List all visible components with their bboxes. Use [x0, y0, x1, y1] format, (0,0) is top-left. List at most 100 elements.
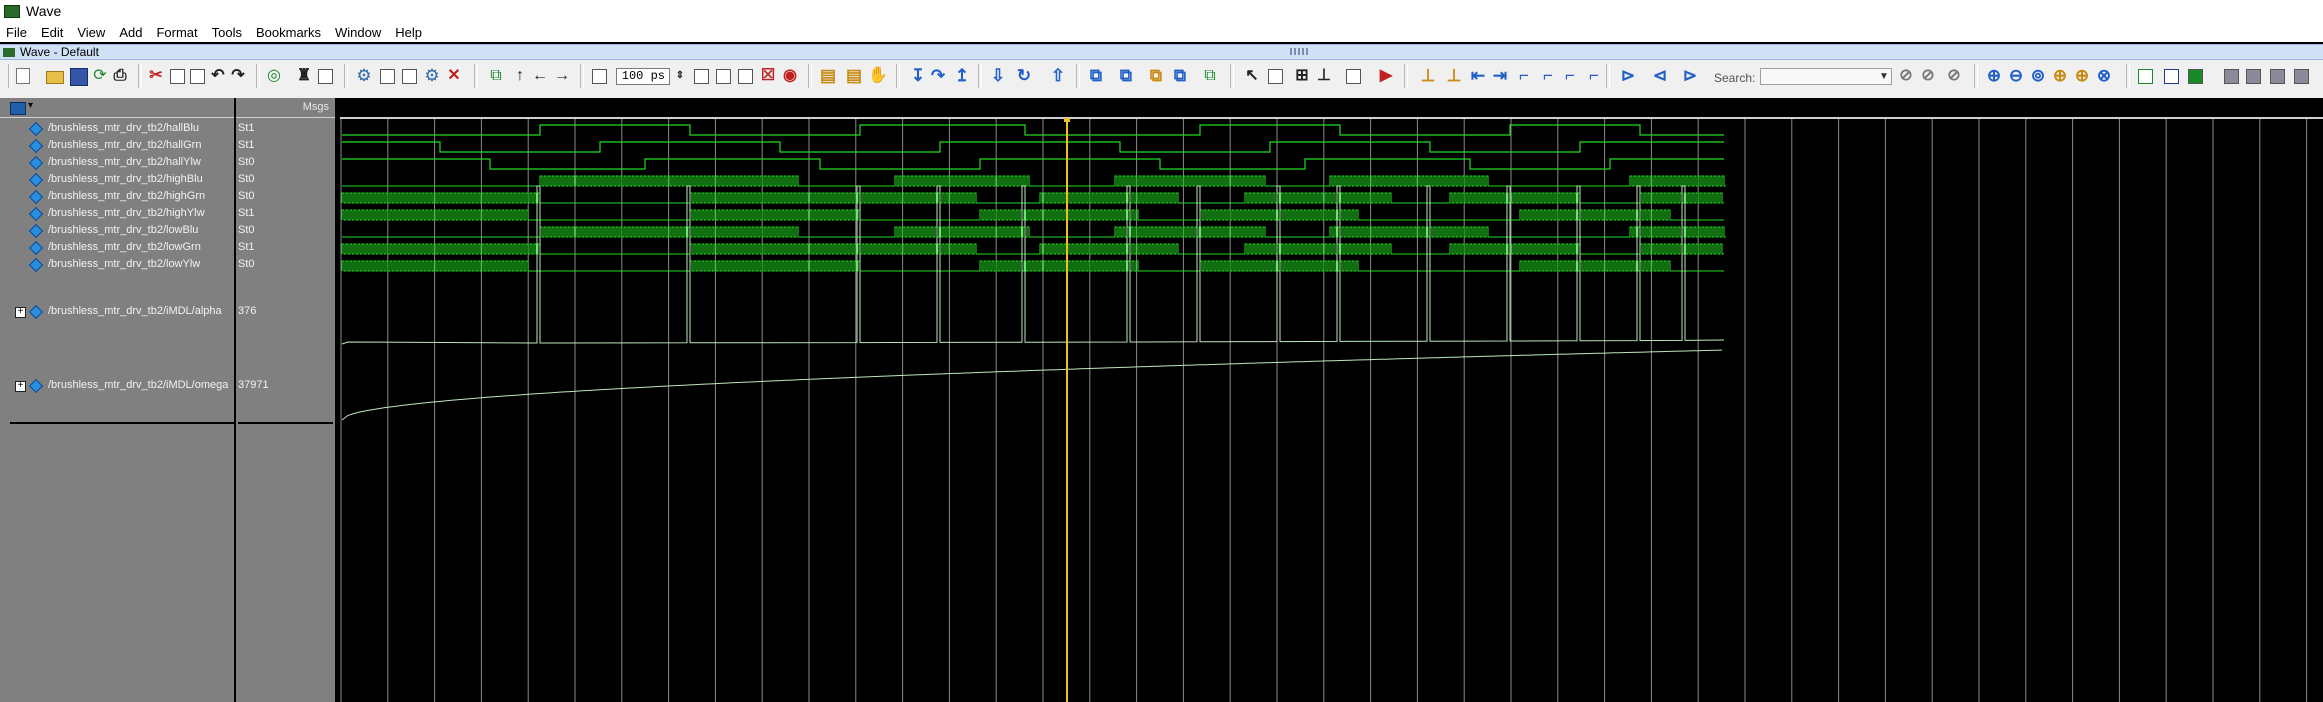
find-transition-icon[interactable]: ⊲ [1652, 67, 1668, 84]
print-icon[interactable]: ⎙ [112, 68, 128, 84]
stop-sim-icon[interactable]: ✕ [446, 68, 462, 84]
zoom-cursor-icon[interactable]: ⊕ [2052, 67, 2068, 84]
edit-mode-icon[interactable]: ⊥ [1316, 68, 1332, 84]
run-back-icon[interactable]: ⇧ [1050, 67, 1066, 84]
search-back-icon[interactable]: ⊘ [1920, 68, 1936, 84]
wave-color-icon[interactable] [2188, 69, 2203, 84]
prev-transition-icon[interactable]: ⊳ [1620, 67, 1636, 84]
run-length-icon[interactable] [592, 69, 607, 84]
run-all-icon[interactable] [738, 69, 753, 84]
run-length-input[interactable]: 100 ps [616, 68, 670, 85]
select-cursor-icon[interactable]: ↖ [1244, 68, 1260, 84]
open-folder-icon[interactable] [46, 71, 64, 84]
prev-falling-icon[interactable]: ⌐ [1516, 67, 1532, 84]
format-icon[interactable] [318, 69, 333, 84]
cursor-delete-icon[interactable]: ⊥ [1446, 67, 1462, 84]
insert-icon[interactable]: ◎ [266, 68, 282, 84]
compile-icon[interactable]: ⚙ [356, 67, 372, 84]
signal-row-hallYlw[interactable]: /brushless_mtr_drv_tb2/hallYlw [0, 155, 234, 171]
ungroup-icon[interactable]: ⧉ [1118, 67, 1134, 84]
step-over-icon[interactable]: ▤ [846, 67, 862, 84]
zoom-full-icon[interactable]: ⊚ [2030, 67, 2046, 84]
chevron-down-icon[interactable]: ▾ [28, 100, 33, 111]
prev-edge-icon[interactable]: ⇤ [1470, 67, 1486, 84]
menu-view[interactable]: View [70, 25, 112, 40]
stretch-icon[interactable] [1346, 69, 1361, 84]
record-icon[interactable]: ▶ [1378, 68, 1394, 84]
pane-drag-grip[interactable] [1290, 48, 1310, 55]
break-icon[interactable]: ⚙ [424, 67, 440, 84]
next-transition-icon[interactable]: ⊳ [1682, 67, 1698, 84]
signal-row-hallBlu[interactable]: /brushless_mtr_drv_tb2/hallBlu [0, 121, 234, 137]
signal-row-lowBlu[interactable]: /brushless_mtr_drv_tb2/lowBlu [0, 223, 234, 239]
menu-bookmarks[interactable]: Bookmarks [249, 25, 328, 40]
stop-icon[interactable]: ◉ [782, 68, 798, 84]
continue-icon[interactable] [716, 69, 731, 84]
menu-tools[interactable]: Tools [205, 25, 249, 40]
save-icon[interactable] [70, 68, 88, 86]
bookmark-icon[interactable]: ⧉ [1202, 68, 1218, 84]
step-back-icon[interactable]: ⇩ [990, 67, 1006, 84]
measure-icon[interactable]: ⊞ [1294, 68, 1310, 84]
restart-icon[interactable]: ↻ [1016, 67, 1032, 84]
combine-icon[interactable]: ⧉ [1148, 67, 1164, 84]
menu-format[interactable]: Format [149, 25, 204, 40]
zoom-in-icon[interactable]: ⊕ [1986, 67, 2002, 84]
undo-icon[interactable]: ↶ [210, 68, 226, 84]
cursor-add-icon[interactable]: ⊥ [1420, 67, 1436, 84]
signal-row-lowYlw[interactable]: /brushless_mtr_drv_tb2/lowYlw [0, 257, 234, 273]
step-out-icon[interactable]: ↥ [954, 67, 970, 84]
step-icon[interactable]: ▤ [820, 67, 836, 84]
find-icon[interactable]: ♜ [296, 68, 312, 84]
new-file-icon[interactable] [16, 68, 30, 84]
signal-row-lowGrn[interactable]: /brushless_mtr_drv_tb2/lowGrn [0, 240, 234, 256]
expand-plus-icon[interactable]: + [15, 307, 26, 318]
spinner-icon[interactable]: ⇕ [672, 68, 688, 84]
zoom-range-icon[interactable]: ⊕ [2074, 67, 2090, 84]
reload-icon[interactable]: ⟳ [92, 68, 108, 84]
wave-display[interactable] [340, 118, 2323, 702]
zoom-last-icon[interactable]: ⊗ [2096, 67, 2112, 84]
compile-all-icon[interactable] [380, 69, 395, 84]
signal-row-highBlu[interactable]: /brushless_mtr_drv_tb2/highBlu [0, 172, 234, 188]
simulate-icon[interactable] [402, 69, 417, 84]
signal-row-omega[interactable]: + /brushless_mtr_drv_tb2/iMDL/omega [0, 378, 234, 394]
step-over-wave-icon[interactable]: ↷ [930, 67, 946, 84]
run-icon[interactable] [694, 69, 709, 84]
menu-help[interactable]: Help [388, 25, 429, 40]
prev-rising-icon[interactable]: ⌐ [1562, 67, 1578, 84]
wave-gray-icon-4[interactable] [2294, 69, 2309, 84]
next-falling-icon[interactable]: ⌐ [1540, 67, 1556, 84]
wave-tree-icon[interactable] [10, 102, 26, 115]
menu-edit[interactable]: Edit [34, 25, 70, 40]
signal-row-alpha[interactable]: + /brushless_mtr_drv_tb2/iMDL/alpha [0, 304, 234, 320]
search-input[interactable] [1760, 68, 1892, 85]
left-arrow-icon[interactable]: ← [532, 68, 548, 84]
search-dropdown-icon[interactable]: ▼ [1876, 68, 1892, 85]
break-sim-icon[interactable]: ☒ [760, 68, 776, 84]
wave-gray-icon-1[interactable] [2224, 69, 2239, 84]
redo-icon[interactable]: ↷ [230, 68, 246, 84]
next-rising-icon[interactable]: ⌐ [1586, 67, 1602, 84]
wave-format-icon[interactable] [2138, 69, 2153, 84]
wave-gray-icon-2[interactable] [2246, 69, 2261, 84]
hand-icon[interactable]: ✋ [868, 68, 888, 84]
split-icon[interactable]: ⧉ [1172, 67, 1188, 84]
copy-icon[interactable] [170, 69, 185, 84]
add-wave-icon[interactable]: ⧉ [488, 68, 504, 84]
menu-window[interactable]: Window [328, 25, 388, 40]
next-edge-icon[interactable]: ⇥ [1492, 67, 1508, 84]
signal-row-hallGrn[interactable]: /brushless_mtr_drv_tb2/hallGrn [0, 138, 234, 154]
search-options-icon[interactable]: ⊘ [1946, 68, 1962, 84]
wave-layout-icon[interactable] [2164, 69, 2179, 84]
zoom-mode-icon[interactable] [1268, 69, 1283, 84]
menu-file[interactable]: File [0, 25, 34, 40]
search-forward-icon[interactable]: ⊘ [1898, 68, 1914, 84]
expand-plus-icon[interactable]: + [15, 381, 26, 392]
cut-icon[interactable]: ✂ [148, 68, 164, 84]
paste-icon[interactable] [190, 69, 205, 84]
signal-row-highYlw[interactable]: /brushless_mtr_drv_tb2/highYlw [0, 206, 234, 222]
group-icon[interactable]: ⧉ [1088, 67, 1104, 84]
up-arrow-icon[interactable]: ↑ [512, 68, 528, 84]
signal-row-highGrn[interactable]: /brushless_mtr_drv_tb2/highGrn [0, 189, 234, 205]
